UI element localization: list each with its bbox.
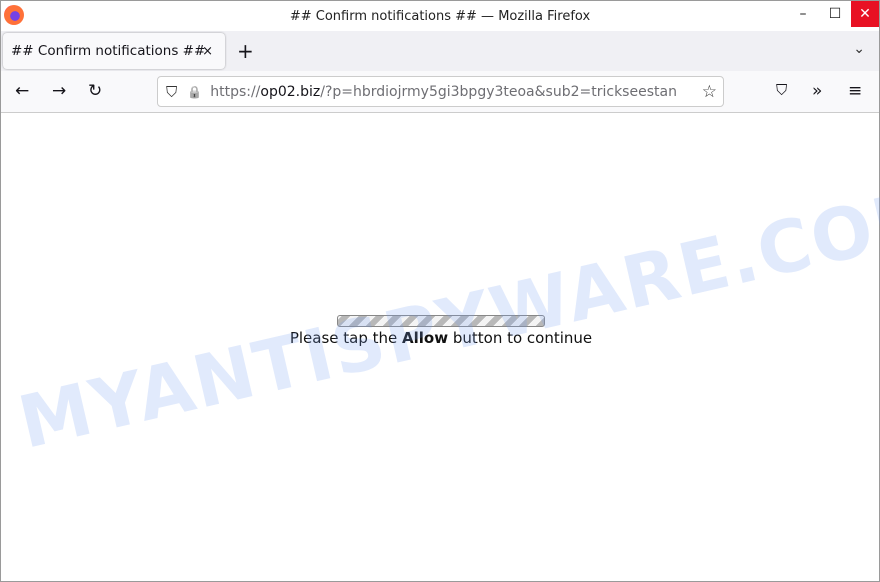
tab-bar: ## Confirm notifications ## × + ⌄ bbox=[1, 31, 879, 71]
tab-close-icon[interactable]: × bbox=[202, 44, 213, 59]
tab-title: ## Confirm notifications ## bbox=[11, 43, 206, 59]
close-window-button[interactable]: ✕ bbox=[851, 1, 879, 27]
tab-active[interactable]: ## Confirm notifications ## × bbox=[3, 33, 225, 69]
firefox-logo-icon bbox=[4, 5, 24, 25]
forward-button[interactable]: → bbox=[52, 81, 66, 101]
tracking-shield-icon[interactable]: ⛉ bbox=[166, 83, 177, 101]
back-button[interactable]: ← bbox=[15, 81, 29, 101]
url-path: /?p=hbrdiojrmy5gi3bpgy3teoa&sub2=trickse… bbox=[320, 83, 677, 100]
watermark: MYANTISPYWARE.COM bbox=[11, 169, 880, 465]
app-menu-button[interactable]: ≡ bbox=[848, 81, 862, 101]
url-bar[interactable]: ⛉ 🔒 https://op02.biz/?p=hbrdiojrmy5gi3bp… bbox=[157, 76, 724, 107]
maximize-button[interactable]: ☐ bbox=[819, 1, 851, 27]
lock-icon[interactable]: 🔒 bbox=[187, 85, 202, 99]
reload-button[interactable]: ↻ bbox=[88, 81, 102, 101]
url-scheme: https:// bbox=[210, 83, 261, 100]
list-all-tabs-button[interactable]: ⌄ bbox=[853, 41, 865, 57]
overflow-button[interactable]: » bbox=[812, 81, 822, 101]
new-tab-button[interactable]: + bbox=[237, 39, 254, 63]
minimize-button[interactable]: – bbox=[787, 1, 819, 27]
page-content: Please tap the Allow button to continue … bbox=[1, 113, 880, 581]
window-title: ## Confirm notifications ## — Mozilla Fi… bbox=[289, 8, 591, 24]
pocket-button[interactable]: ⛉ bbox=[776, 81, 787, 99]
nav-bar: ← → ↻ ⛉ 🔒 https://op02.biz/?p=hbrdiojrmy… bbox=[1, 71, 879, 113]
url-host: op02.biz bbox=[260, 83, 321, 100]
bookmark-star-icon[interactable]: ☆ bbox=[697, 81, 717, 102]
title-bar: ## Confirm notifications ## — Mozilla Fi… bbox=[1, 1, 879, 31]
